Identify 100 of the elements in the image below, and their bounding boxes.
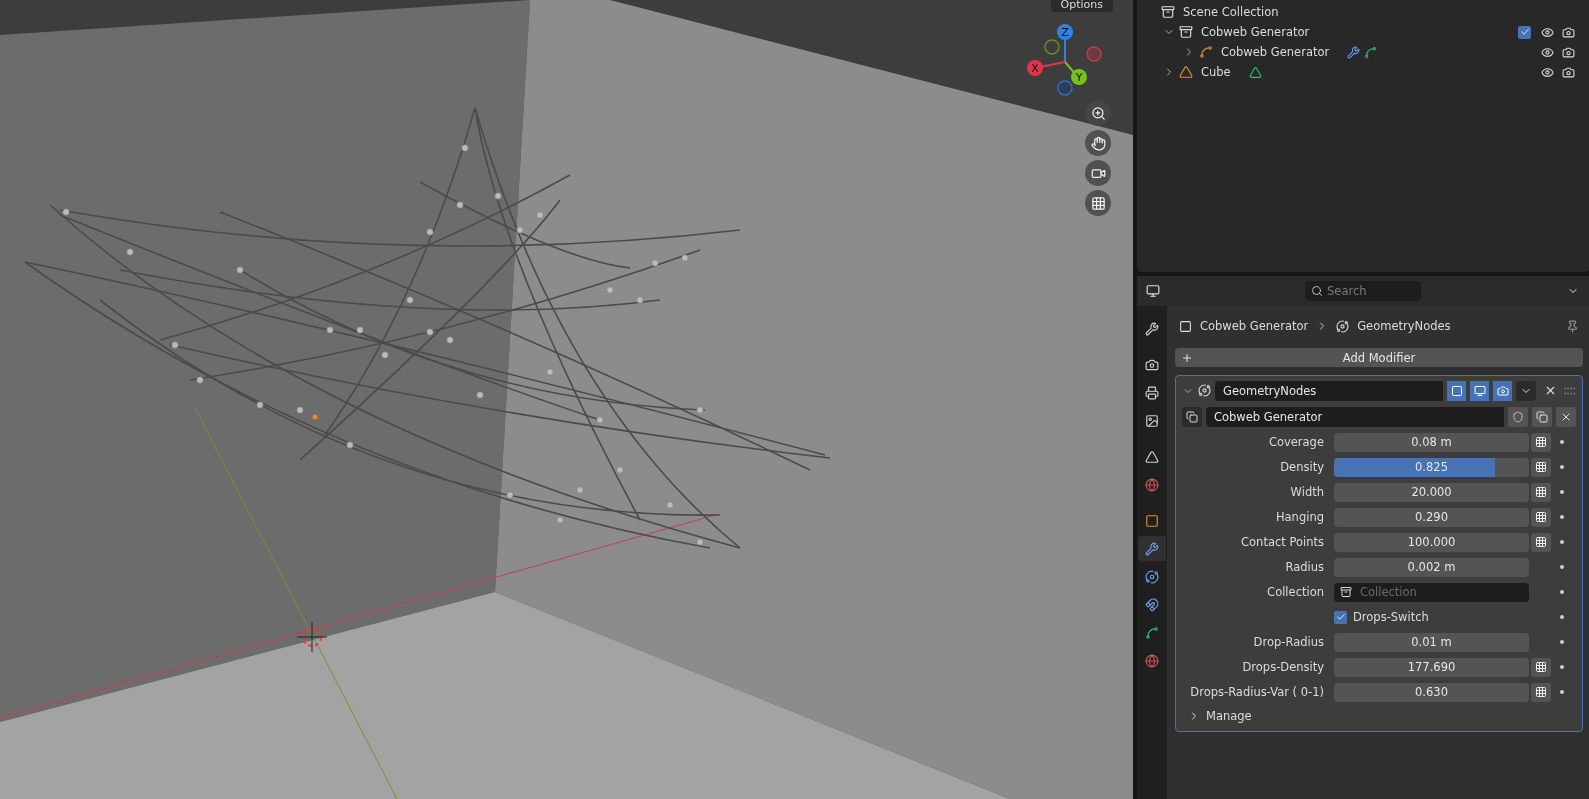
navigation-gizmo[interactable]: Z X Y <box>1021 20 1111 100</box>
attribute-toggle-button[interactable] <box>1531 482 1551 502</box>
visibility-eye-icon[interactable] <box>1541 45 1554 59</box>
render-camera-icon[interactable] <box>1562 25 1575 39</box>
keyframe-dot-icon[interactable] <box>1560 515 1564 519</box>
object-icon <box>1179 319 1192 333</box>
grid-icon <box>1535 511 1547 523</box>
image-icon <box>1145 413 1159 428</box>
check-icon <box>1335 612 1346 622</box>
outliner-item-name[interactable]: Cobweb Generator <box>1221 45 1330 59</box>
zoom-button[interactable] <box>1085 100 1111 126</box>
grid-icon <box>1535 686 1547 698</box>
curves-icon <box>1199 45 1213 59</box>
mesh-data-icon <box>1248 65 1262 79</box>
grid-icon <box>1535 536 1547 548</box>
keyframe-dot-icon[interactable] <box>1560 615 1564 619</box>
number-field[interactable]: 20.000 <box>1334 482 1529 502</box>
number-field[interactable]: 100.000 <box>1334 532 1529 552</box>
number-field[interactable]: 0.08 m <box>1334 432 1529 452</box>
monitor-icon <box>1473 384 1486 397</box>
attribute-toggle-button[interactable] <box>1531 682 1551 702</box>
outliner-item-name[interactable]: Cobweb Generator <box>1201 25 1310 39</box>
keyframe-dot-icon[interactable] <box>1560 640 1564 644</box>
geometry-nodes-icon <box>1336 319 1350 333</box>
input-label: Drop-Radius <box>1252 635 1325 649</box>
manage-subpanel-header[interactable]: Manage <box>1182 707 1258 725</box>
add-modifier-button[interactable]: Add Modifier <box>1175 348 1583 367</box>
edit-mode-toggle[interactable] <box>1447 380 1466 401</box>
keyframe-dot-icon[interactable] <box>1560 690 1564 694</box>
options-button[interactable]: Options <box>1050 0 1113 12</box>
number-field[interactable]: 0.002 m <box>1334 557 1529 577</box>
orbit-icon <box>1145 569 1159 584</box>
grid-icon <box>1535 436 1547 448</box>
pin-icon[interactable] <box>1566 319 1579 333</box>
hand-icon <box>1090 135 1106 151</box>
node-group-field[interactable]: Cobweb Generator <box>1206 406 1504 427</box>
breadcrumb-modifier: GeometryNodes <box>1357 319 1451 333</box>
number-field[interactable]: 177.690 <box>1334 657 1529 677</box>
number-field[interactable]: 0.01 m <box>1334 632 1529 652</box>
input-label: Drops-Radius-Var ( 0-1) <box>1189 685 1325 699</box>
input-label: Hanging <box>1274 510 1325 524</box>
dropdown-button[interactable] <box>1516 380 1536 401</box>
keyframe-dot-icon[interactable] <box>1560 540 1564 544</box>
monitor-icon <box>1146 284 1160 298</box>
globe-icon <box>1145 653 1159 668</box>
number-field[interactable]: 0.290 <box>1334 507 1529 527</box>
outliner-item-name[interactable]: Scene Collection <box>1183 5 1279 19</box>
attribute-toggle-button[interactable] <box>1531 507 1551 527</box>
attribute-toggle-button[interactable] <box>1531 532 1551 552</box>
curve-icon <box>1145 625 1159 640</box>
attribute-toggle-button[interactable] <box>1531 457 1551 477</box>
keyframe-dot-icon[interactable] <box>1560 490 1564 494</box>
search-field[interactable]: Search <box>1305 281 1421 301</box>
attribute-toggle-button[interactable] <box>1531 432 1551 452</box>
number-field[interactable]: 0.630 <box>1334 682 1529 702</box>
duplicate-button[interactable] <box>1532 406 1552 427</box>
checkbox[interactable] <box>1334 610 1347 624</box>
modifier-name-field[interactable]: GeometryNodes <box>1215 380 1443 401</box>
input-label: Contact Points <box>1240 535 1325 549</box>
modifiers-tab[interactable] <box>1138 536 1166 561</box>
camera-icon <box>1145 357 1159 372</box>
grid-icon <box>1535 461 1547 473</box>
3d-viewport[interactable]: Options Z X Y <box>0 0 1133 799</box>
slider-field[interactable]: 0.825 <box>1334 457 1529 477</box>
printer-icon <box>1145 385 1159 400</box>
fake-user-button[interactable] <box>1508 406 1528 427</box>
node-group-browse-button[interactable] <box>1182 406 1202 427</box>
unlink-button[interactable] <box>1556 406 1576 427</box>
check-icon <box>1519 27 1530 37</box>
render-toggle[interactable] <box>1493 380 1512 401</box>
wrench-icon <box>1145 321 1159 336</box>
keyframe-dot-icon[interactable] <box>1560 590 1564 594</box>
square-icon <box>1145 513 1159 528</box>
keyframe-dot-icon[interactable] <box>1560 565 1564 569</box>
collection-field[interactable]: Collection <box>1334 582 1529 602</box>
search-icon <box>1311 285 1323 297</box>
keyframe-dot-icon[interactable] <box>1560 465 1564 469</box>
zoom-icon <box>1090 105 1106 121</box>
outliner-item-name[interactable]: Cube <box>1201 65 1231 79</box>
render-camera-icon[interactable] <box>1562 65 1575 79</box>
input-label: Drops-Density <box>1241 660 1325 674</box>
3d-cursor-icon <box>296 621 328 653</box>
visibility-eye-icon[interactable] <box>1541 65 1554 79</box>
visibility-eye-icon[interactable] <box>1541 25 1554 39</box>
collection-icon <box>1340 586 1352 598</box>
attribute-toggle-button[interactable] <box>1531 657 1551 677</box>
grid-icon <box>1535 661 1547 673</box>
viewport-toggle[interactable] <box>1470 380 1489 401</box>
render-camera-icon[interactable] <box>1562 45 1575 59</box>
exclude-checkbox[interactable] <box>1518 25 1531 39</box>
keyframe-dot-icon[interactable] <box>1560 440 1564 444</box>
plus-icon <box>1181 351 1193 364</box>
globe-icon <box>1145 477 1159 492</box>
drag-handle-icon[interactable] <box>1564 386 1576 395</box>
grid-icon <box>1535 486 1547 498</box>
object-origin-icon <box>312 414 318 420</box>
input-label: Width <box>1289 485 1325 499</box>
collection-icon <box>1179 25 1193 39</box>
keyframe-dot-icon[interactable] <box>1560 665 1564 669</box>
scene-collection-icon <box>1161 5 1175 19</box>
